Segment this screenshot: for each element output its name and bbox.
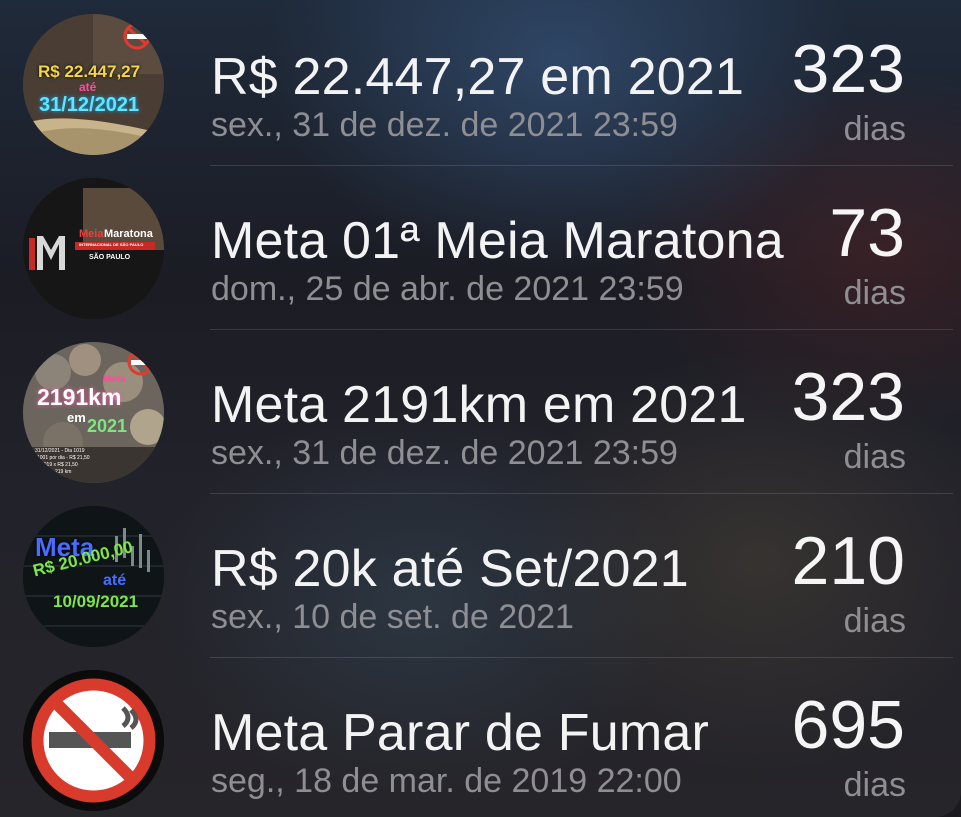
thumbnail-until-text: até: [79, 80, 97, 94]
thumbnail-note: 219 km: [55, 469, 72, 475]
goal-date: seg., 18 de mar. de 2019 22:00: [211, 762, 682, 800]
goal-thumbnail-20k: Meta R$ 20.000,00 até 10/09/2021: [23, 506, 164, 647]
thumbnail-brand-b: Maratona: [104, 228, 153, 240]
thumbnail-note: 1001 por dia - R$ 21,50: [37, 455, 90, 461]
countdown-widget: R$ 22.447,27 até 31/12/2021 R$ 22.447,27…: [0, 0, 961, 817]
goal-row-1[interactable]: R$ 22.447,27 até 31/12/2021 R$ 22.447,27…: [0, 2, 961, 166]
goal-row-4[interactable]: Meta R$ 20.000,00 até 10/09/2021 R$ 20k …: [0, 494, 961, 658]
days-unit: dias: [843, 274, 906, 312]
thumbnail-note: 31/12/2021 - Dia 1019: [35, 448, 85, 454]
days-count: 323: [791, 31, 905, 107]
goal-title: Meta Parar de Fumar: [211, 704, 709, 762]
thumbnail-date-text: 10/09/2021: [53, 592, 139, 611]
goal-row-2[interactable]: Meia Maratona INTERNACIONAL DE SÃO PAULO…: [0, 166, 961, 330]
goal-row-3[interactable]: Meta 2191km em 2021 31/12/2021 - Dia 101…: [0, 330, 961, 494]
goal-date: sex., 31 de dez. de 2021 23:59: [211, 106, 678, 144]
thumbnail-em-text: em: [67, 410, 86, 425]
thumbnail-until-text: até: [103, 572, 127, 589]
goal-thumbnail-half-marathon: Meia Maratona INTERNACIONAL DE SÃO PAULO…: [23, 178, 164, 319]
goal-date: sex., 31 de dez. de 2021 23:59: [211, 434, 678, 472]
days-unit: dias: [843, 766, 906, 804]
days-count: 210: [791, 523, 905, 599]
thumbnail-tagline: INTERNACIONAL DE SÃO PAULO: [79, 242, 144, 247]
thumbnail-km-text: 2191km: [37, 384, 122, 410]
days-unit: dias: [843, 602, 906, 640]
days-count: 695: [791, 687, 905, 763]
thumbnail-year-text: 2021: [87, 416, 128, 436]
goal-date: sex., 10 de set. de 2021: [211, 598, 574, 636]
days-count: 323: [791, 359, 905, 435]
thumbnail-amount-text: R$ 22.447,27: [38, 62, 141, 81]
goal-row-5[interactable]: Meta Parar de Fumar seg., 18 de mar. de …: [0, 658, 961, 817]
thumbnail-city: SÃO PAULO: [89, 254, 131, 261]
no-smoking-icon: [23, 670, 164, 811]
thumbnail-note: 1019 x R$ 21,50: [41, 462, 78, 468]
goal-title: Meta 01ª Meia Maratona: [211, 212, 784, 270]
goal-thumbnail-money: R$ 22.447,27 até 31/12/2021: [23, 14, 164, 155]
goal-title: R$ 22.447,27 em 2021: [211, 48, 745, 106]
days-unit: dias: [843, 438, 906, 476]
goal-thumbnail-no-smoking: [23, 670, 164, 811]
goal-thumbnail-2191km: Meta 2191km em 2021 31/12/2021 - Dia 101…: [23, 342, 164, 483]
goal-date: dom., 25 de abr. de 2021 23:59: [211, 270, 684, 308]
thumbnail-brand-a: Meia: [79, 228, 104, 240]
half-marathon-logo-image: [23, 178, 164, 319]
days-unit: dias: [843, 110, 906, 148]
thumbnail-date-text: 31/12/2021: [39, 94, 140, 116]
goal-title: Meta 2191km em 2021: [211, 376, 747, 434]
goal-title: R$ 20k até Set/2021: [211, 540, 689, 598]
days-count: 73: [829, 195, 905, 271]
